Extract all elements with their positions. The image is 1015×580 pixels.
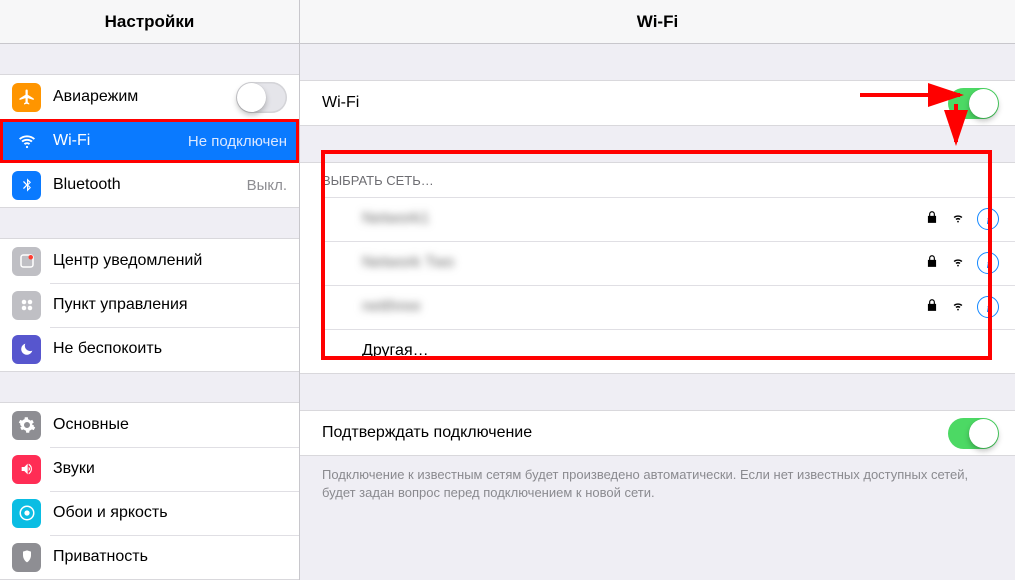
sidebar-item-label: Приватность [53, 548, 287, 566]
choose-network-header: ВЫБРАТЬ СЕТЬ… [300, 163, 1015, 197]
wifi-signal-icon [951, 298, 965, 317]
sidebar-item-bluetooth[interactable]: Bluetooth Выкл. [0, 163, 299, 207]
wifi-switch-section: Wi-Fi [300, 80, 1015, 126]
wifi-toggle[interactable] [948, 88, 999, 119]
lock-icon [925, 254, 939, 273]
ask-to-join-toggle[interactable] [948, 418, 999, 449]
airplane-icon [12, 83, 41, 112]
gear-icon [12, 411, 41, 440]
settings-sidebar: Настройки Авиарежим [0, 0, 300, 580]
sidebar-group-notifications: Центр уведомлений Пункт управления Не бе… [0, 238, 299, 372]
sidebar-item-label: Bluetooth [53, 176, 247, 194]
control-center-icon [12, 291, 41, 320]
sidebar-title: Настройки [0, 0, 299, 44]
notification-center-icon [12, 247, 41, 276]
sidebar-item-control-center[interactable]: Пункт управления [0, 283, 299, 327]
hand-icon [12, 543, 41, 572]
wifi-icon [12, 127, 41, 156]
network-name: Network1 [362, 210, 925, 228]
choose-network-section: ВЫБРАТЬ СЕТЬ… Network1 i Network Two i [300, 162, 1015, 374]
sidebar-item-airplane-mode[interactable]: Авиарежим [0, 75, 299, 119]
sidebar-item-general[interactable]: Основные [0, 403, 299, 447]
sidebar-group-connectivity: Авиарежим Wi-Fi Не подключен [0, 74, 299, 208]
sidebar-item-label: Wi-Fi [53, 132, 188, 150]
sidebar-item-label: Обои и яркость [53, 504, 287, 522]
lock-icon [925, 298, 939, 317]
info-button[interactable]: i [977, 208, 999, 230]
info-button[interactable]: i [977, 252, 999, 274]
ask-to-join-row: Подтверждать подключение [300, 411, 1015, 455]
wallpaper-icon [12, 499, 41, 528]
sidebar-item-label: Пункт управления [53, 296, 287, 314]
sidebar-item-do-not-disturb[interactable]: Не беспокоить [0, 327, 299, 371]
wifi-detail-pane: Wi-Fi Wi-Fi ВЫБРАТЬ СЕТЬ… Network1 i [300, 0, 1015, 580]
wifi-signal-icon [951, 210, 965, 229]
sidebar-group-general: Основные Звуки Обои и яркость [0, 402, 299, 580]
sidebar-item-label: Не беспокоить [53, 340, 287, 358]
ask-to-join-label: Подтверждать подключение [322, 424, 948, 442]
sidebar-item-sounds[interactable]: Звуки [0, 447, 299, 491]
network-row[interactable]: Network1 i [300, 197, 1015, 241]
moon-icon [12, 335, 41, 364]
network-name: Network Two [362, 254, 925, 272]
sidebar-item-label: Центр уведомлений [53, 252, 287, 270]
sidebar-item-detail: Не подключен [188, 133, 287, 150]
network-name: netthree [362, 298, 925, 316]
sidebar-item-label: Авиарежим [53, 88, 236, 106]
sidebar-item-label: Основные [53, 416, 287, 434]
wifi-signal-icon [951, 254, 965, 273]
wifi-switch-row: Wi-Fi [300, 81, 1015, 125]
bluetooth-icon [12, 171, 41, 200]
ask-to-join-footer: Подключение к известным сетям будет прои… [300, 456, 1015, 502]
sidebar-item-wallpaper-brightness[interactable]: Обои и яркость [0, 491, 299, 535]
main-title: Wi-Fi [300, 0, 1015, 44]
ask-to-join-section: Подтверждать подключение [300, 410, 1015, 456]
lock-icon [925, 210, 939, 229]
other-network-row[interactable]: Другая… [300, 329, 1015, 373]
info-button[interactable]: i [977, 296, 999, 318]
sidebar-item-label: Звуки [53, 460, 287, 478]
other-network-label: Другая… [362, 342, 999, 360]
speaker-icon [12, 455, 41, 484]
wifi-switch-label: Wi-Fi [322, 94, 948, 112]
sidebar-item-detail: Выкл. [247, 177, 287, 194]
sidebar-item-wifi[interactable]: Wi-Fi Не подключен [0, 119, 299, 163]
sidebar-item-notification-center[interactable]: Центр уведомлений [0, 239, 299, 283]
network-row[interactable]: Network Two i [300, 241, 1015, 285]
network-row[interactable]: netthree i [300, 285, 1015, 329]
sidebar-item-privacy[interactable]: Приватность [0, 535, 299, 579]
airplane-toggle[interactable] [236, 82, 287, 113]
